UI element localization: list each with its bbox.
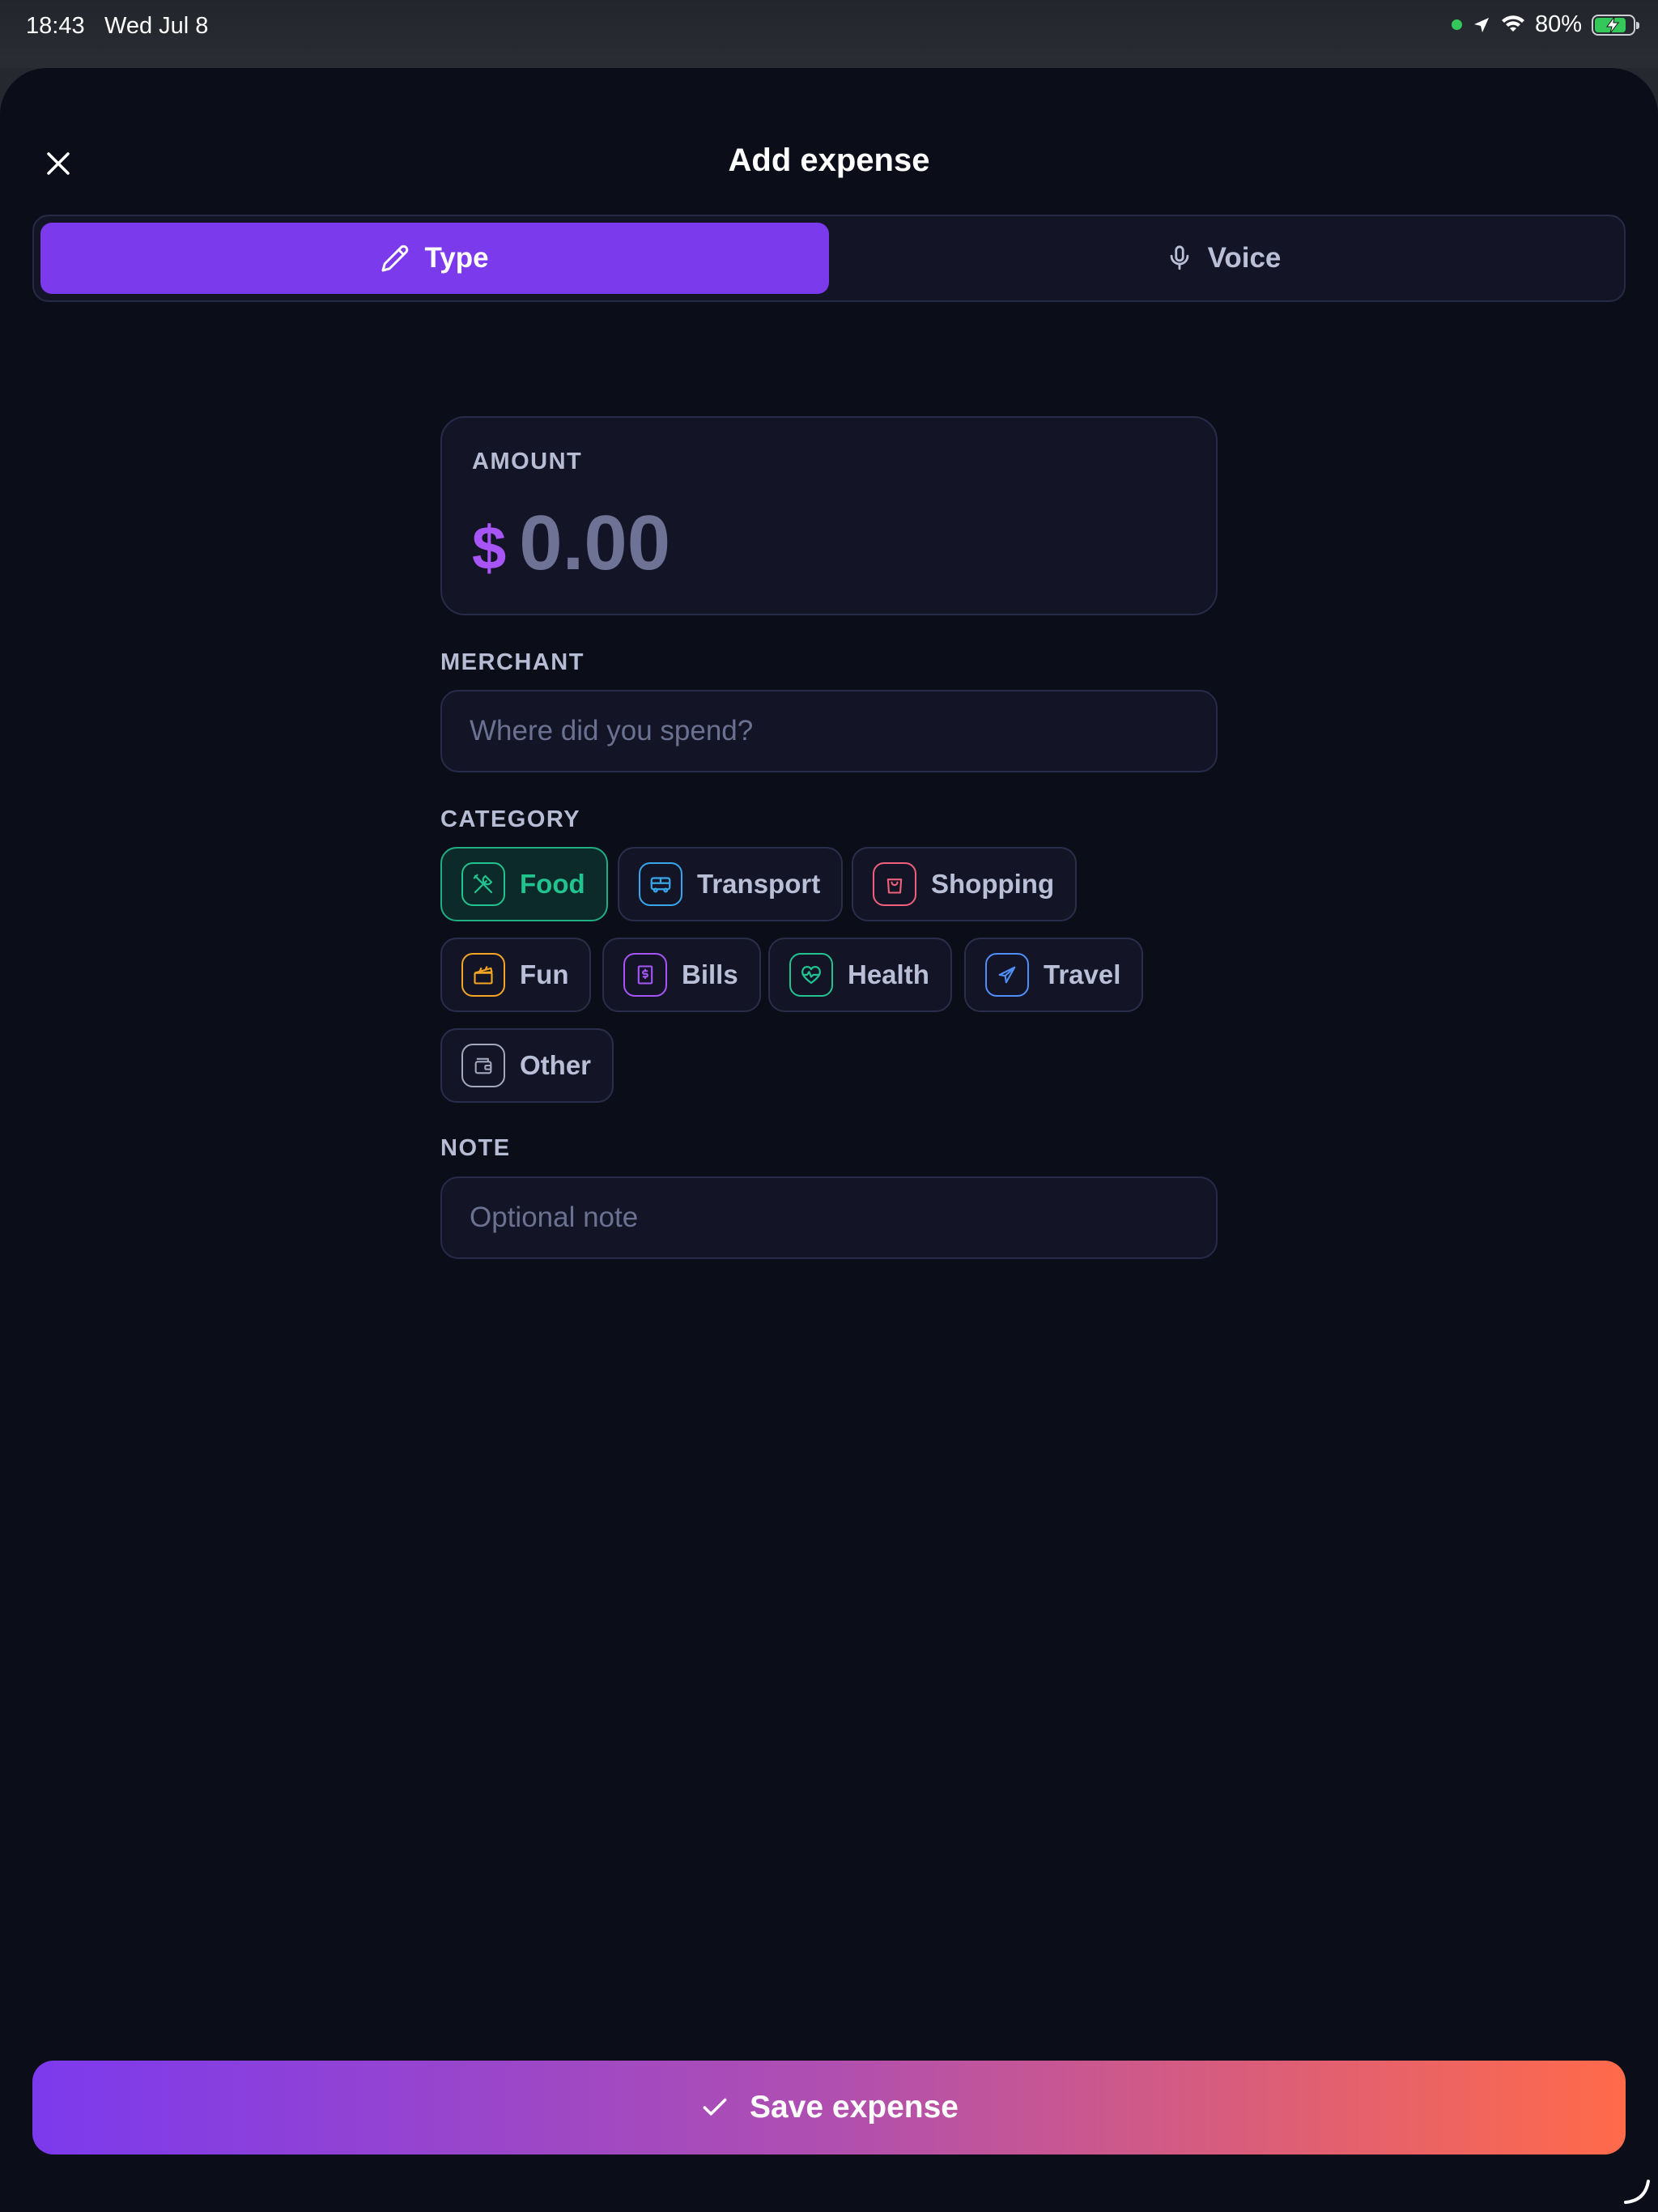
amount-label: AMOUNT: [472, 449, 583, 474]
tab-type[interactable]: Type: [40, 223, 829, 294]
page-title: Add expense: [728, 143, 930, 178]
pencil-icon: [381, 245, 409, 272]
category-chip-label: Fun: [520, 959, 569, 989]
utensils-icon: [461, 862, 505, 906]
currency-symbol: $: [472, 514, 507, 583]
category-chip-label: Other: [520, 1050, 592, 1080]
category-chip-transport[interactable]: Transport: [618, 847, 844, 921]
tab-voice[interactable]: Voice: [829, 223, 1618, 294]
category-chip-label: Travel: [1044, 959, 1121, 989]
check-icon: [703, 2098, 727, 2116]
microphone-icon: [1170, 245, 1188, 270]
status-bar: 18:43 Wed Jul 8 80%: [0, 0, 1658, 68]
wallet-icon: [461, 1044, 505, 1087]
tab-voice-label: Voice: [1207, 242, 1282, 274]
category-chip-travel[interactable]: Travel: [964, 938, 1144, 1012]
status-time: 18:43: [26, 13, 85, 39]
battery-charging-icon: [1592, 14, 1639, 36]
battery-percent: 80%: [1534, 11, 1582, 37]
location-arrow-icon: [1473, 17, 1489, 32]
status-indicators: 80%: [1451, 11, 1639, 38]
category-chip-label: Bills: [682, 959, 738, 989]
category-chip-health[interactable]: Health: [768, 938, 952, 1012]
shopping-bag-icon: [873, 862, 916, 906]
save-expense-label: Save expense: [749, 2090, 959, 2125]
category-chip-food[interactable]: Food: [440, 847, 608, 921]
bus-icon: [639, 862, 682, 906]
wifi-icon: [1501, 15, 1524, 32]
category-chip-label: Transport: [697, 869, 821, 899]
plane-icon: [985, 953, 1029, 997]
category-label: CATEGORY: [440, 806, 581, 832]
resize-handle-icon[interactable]: [1621, 2175, 1653, 2207]
amount-value: 0.00: [519, 500, 671, 586]
category-chip-label: Food: [520, 869, 585, 899]
input-mode-toggle: Type Voice: [32, 215, 1626, 302]
status-date: Wed Jul 8: [104, 13, 209, 39]
tab-type-label: Type: [424, 242, 489, 274]
category-chip-fun[interactable]: Fun: [440, 938, 592, 1012]
note-label: NOTE: [440, 1135, 511, 1161]
category-chip-shopping[interactable]: Shopping: [852, 847, 1078, 921]
amount-input[interactable]: $ 0.00: [472, 499, 670, 588]
category-chip-label: Shopping: [931, 869, 1055, 899]
category-chip-other[interactable]: Other: [440, 1028, 614, 1103]
merchant-input[interactable]: Where did you spend?: [440, 690, 1218, 772]
note-input[interactable]: Optional note: [440, 1176, 1218, 1259]
add-expense-sheet: Add expense Type Voice AMOUNT $ 0.00 MER…: [0, 68, 1658, 2212]
clapperboard-icon: [461, 953, 505, 997]
receipt-icon: [623, 953, 667, 997]
save-expense-button[interactable]: Save expense: [32, 2061, 1626, 2155]
green-dot-icon: [1451, 19, 1462, 30]
merchant-label: MERCHANT: [440, 649, 585, 675]
heart-pulse-icon: [789, 953, 833, 997]
amount-card[interactable]: AMOUNT $ 0.00: [440, 416, 1218, 615]
category-chip-label: Health: [848, 959, 929, 989]
category-chip-bills[interactable]: Bills: [602, 938, 761, 1012]
